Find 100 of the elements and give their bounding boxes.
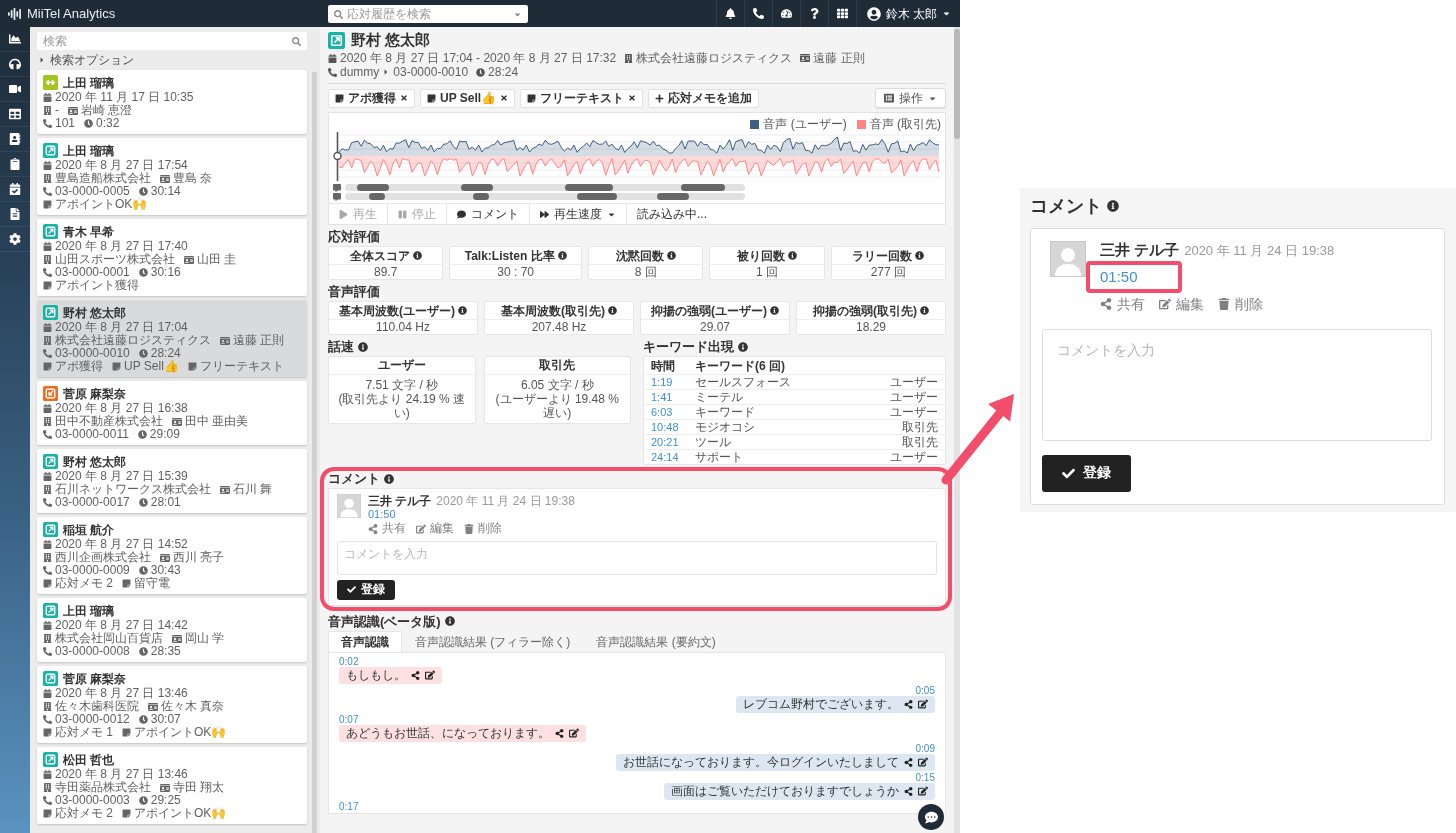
call-date: 2020 年 8 月 27 日 17:04 [55, 321, 188, 334]
time-link[interactable]: 1:19 [651, 375, 695, 389]
call-card[interactable]: 上田 瑠璃 2020 年 8 月 27 日 14:42 株式会社岡山百貨店 岡山 学 03-0000-0008 28:35 [37, 598, 307, 662]
calendar-check-icon[interactable] [9, 183, 21, 195]
share-link[interactable]: 共有 [368, 521, 406, 536]
edit-link[interactable]: 編集 [416, 521, 454, 536]
submit-button[interactable]: 登録 [337, 579, 395, 600]
search-field[interactable]: 応対履歴を検索 [328, 4, 528, 23]
share-icon[interactable] [904, 757, 913, 767]
edit-icon[interactable] [918, 699, 928, 710]
settings-icon[interactable] [9, 233, 21, 245]
edit-link[interactable]: 編集 [1159, 296, 1204, 313]
memo-tag[interactable]: アポ獲得 [328, 88, 415, 108]
timestamp-link[interactable]: 0:17 [339, 800, 359, 812]
edit-icon[interactable] [918, 786, 928, 797]
close-icon[interactable] [500, 94, 509, 102]
edit-icon[interactable] [425, 670, 435, 681]
transcript-tab[interactable]: 音声認識結果 (要約文) [583, 630, 729, 652]
share-icon[interactable] [904, 699, 913, 709]
timestamp-link[interactable]: 0:15 [915, 771, 935, 783]
share-link[interactable]: 共有 [1100, 296, 1145, 313]
metric-label: 被り回数 [737, 248, 785, 263]
time-link[interactable]: 01:50 [368, 508, 575, 522]
table-cell-text: キーワード [695, 405, 756, 419]
time-link[interactable]: 10:48 [651, 420, 695, 434]
help-icon[interactable] [808, 8, 820, 19]
comment-input[interactable]: コメントを入力 [1042, 328, 1432, 441]
call-card[interactable]: 上田 瑠璃 2020 年 8 月 27 日 17:54 豊島造船株式会社 豊島 奈 03-0000-0005 30:14 アポイントOK🙌 [37, 138, 307, 215]
clipboard-icon[interactable] [9, 158, 21, 170]
time-link[interactable]: 6:03 [651, 405, 695, 419]
time-link[interactable]: 20:21 [651, 435, 695, 449]
time-link[interactable]: 01:50 [1100, 268, 1138, 286]
chart-icon[interactable] [9, 33, 21, 45]
contact-card-icon[interactable] [9, 133, 21, 145]
grid-icon[interactable] [836, 8, 848, 19]
search-field[interactable]: 検索 [37, 32, 307, 50]
comment-author: 三井 テル子 [1100, 241, 1180, 259]
column-header: キーワード(6 回) [695, 358, 786, 373]
gauge-icon[interactable] [780, 8, 792, 19]
phone-icon[interactable] [752, 8, 764, 19]
id-card-icon [220, 484, 230, 495]
comment-input[interactable]: コメントを入力 [337, 540, 937, 575]
section-heading: コメント [1030, 195, 1102, 218]
call-card[interactable]: 松田 哲也 2020 年 8 月 27 日 13:46 寺田薬品株式会社 寺田 翔太 03-0000-0003 29:25 応対メモ 2 アポイントOK🙌 [37, 747, 307, 824]
metric-label: ラリー回数 [852, 248, 913, 263]
chat-button[interactable] [918, 804, 944, 830]
delete-link[interactable]: 削除 [464, 521, 502, 536]
transcript-tab[interactable]: 音声認識結果 (フィラー除く) [402, 630, 584, 652]
search-options-toggle[interactable]: 検索オプション [38, 53, 134, 67]
share-icon[interactable] [904, 786, 913, 796]
document-icon[interactable] [9, 208, 21, 220]
clock-icon [138, 715, 148, 724]
share-icon[interactable] [555, 728, 564, 738]
timestamp-link[interactable]: 0:09 [915, 742, 935, 754]
call-card[interactable]: 野村 悠太郎 2020 年 8 月 27 日 15:39 石川ネットワークス株式会社 石川 舞 03-0000-0017 28:01 [37, 449, 307, 513]
contact-name: 石川 舞 [233, 483, 273, 496]
memo-tag[interactable]: フリーテキスト [520, 88, 644, 108]
call-duration: 0:32 [96, 117, 120, 130]
operations-button[interactable]: 操作 [875, 88, 946, 108]
comment-button[interactable]: コメント [447, 204, 530, 224]
calendar-icon [43, 472, 52, 481]
company-name: 寺田薬品株式会社 [55, 781, 151, 794]
call-card[interactable]: 青木 早希 2020 年 8 月 27 日 17:40 山田スポーツ株式会社 山田 圭 03-0000-0001 30:16 アポイント獲得 [37, 219, 307, 296]
submit-button[interactable]: 登録 [1042, 454, 1131, 492]
timestamp-link[interactable]: 0:07 [339, 713, 359, 725]
company-name: 西川企画株式会社 [55, 551, 151, 564]
bell-icon[interactable] [724, 8, 736, 19]
call-card[interactable]: 上田 瑠璃 2020 年 11 月 17 日 10:35 - 岩崎 恵澄 101 0:32 [37, 70, 307, 134]
close-icon[interactable] [628, 94, 637, 102]
memo-tag[interactable]: UP Sell👍 [420, 88, 516, 108]
id-card-icon [148, 701, 158, 712]
timestamp-link[interactable]: 0:05 [915, 684, 935, 696]
calendar-icon [43, 323, 52, 332]
info-icon [608, 306, 617, 315]
close-icon[interactable] [400, 94, 408, 102]
edit-icon[interactable] [918, 757, 928, 768]
call-card[interactable]: 菅原 麻梨奈 2020 年 8 月 27 日 13:46 佐々木歯科医院 佐々木 真奈 03-0000-0012 30:07 応対メモ 1 アポイントOK🙌 [37, 666, 307, 743]
clock-icon [84, 119, 94, 128]
section-heading: 話速 [328, 339, 354, 354]
phone-icon [43, 498, 52, 507]
call-card[interactable]: 野村 悠太郎 2020 年 8 月 27 日 17:04 株式会社遠藤ロジスティクス 遠藤 正則 03-0000-0010 28:24 アポ獲得 UP Sell👍 フリーテキスト [37, 300, 307, 377]
id-card-icon [160, 173, 170, 184]
speed-button[interactable]: 再生速度 [530, 204, 627, 224]
id-card-icon [68, 105, 78, 116]
delete-link[interactable]: 削除 [1218, 296, 1263, 313]
timestamp-link[interactable]: 0:02 [339, 655, 359, 667]
table-icon[interactable] [9, 108, 21, 120]
call-card[interactable]: 菅原 麻梨奈 2020 年 8 月 27 日 16:38 田中不動産株式会社 田中 亜由美 03-0000-0011 29:09 [37, 381, 307, 445]
time-link[interactable]: 1:41 [651, 390, 695, 404]
phone-icon [43, 430, 52, 439]
add-memo-button[interactable]: 応対メモを追加 [648, 88, 760, 108]
call-card[interactable]: 稲垣 航介 2020 年 8 月 27 日 14:52 西川企画株式会社 西川 亮子 03-0000-0009 30:43 応対メモ 2 留守電 [37, 517, 307, 594]
edit-icon[interactable] [569, 728, 579, 739]
id-card-icon [172, 633, 182, 644]
time-link[interactable]: 24:14 [651, 450, 695, 464]
transcript-tab[interactable]: 音声認識 [328, 630, 402, 652]
caller-name: 菅原 麻梨奈 [63, 386, 127, 401]
share-icon[interactable] [411, 670, 420, 680]
headphones-icon[interactable] [9, 58, 21, 70]
video-camera-icon[interactable] [9, 83, 21, 95]
